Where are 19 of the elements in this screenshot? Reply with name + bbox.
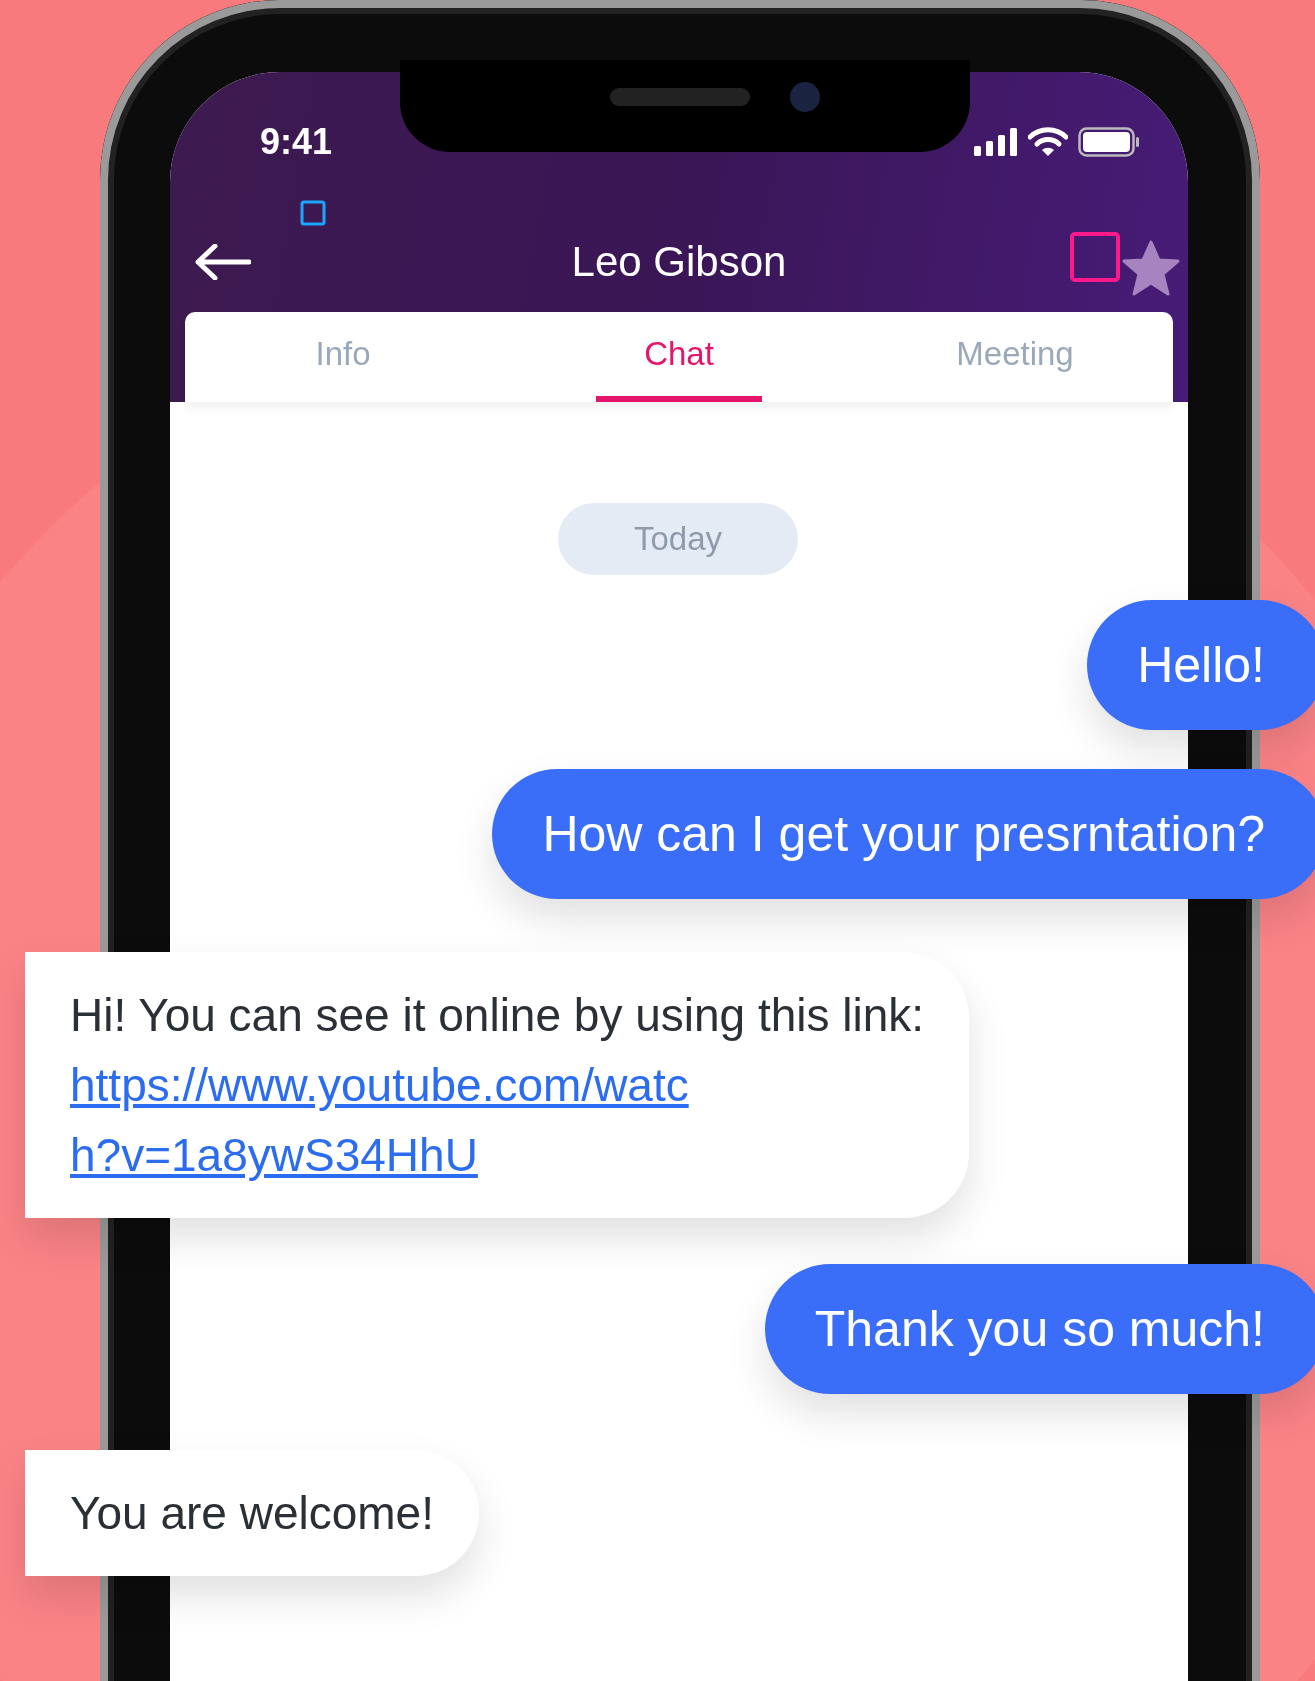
battery-icon	[1078, 127, 1140, 157]
wifi-icon	[1028, 127, 1068, 157]
tab[interactable]: Meeting	[932, 312, 1098, 402]
signal-icon	[974, 128, 1018, 156]
sent-message-bubble: Thank you so much!	[764, 1264, 1315, 1394]
status-time: 9:41	[260, 121, 333, 163]
sent-message-bubble: Hello!	[1087, 600, 1315, 730]
square-outline-icon	[300, 200, 326, 226]
contact-name: Leo Gibson	[571, 238, 787, 286]
date-divider: Today	[558, 503, 798, 575]
tab[interactable]: Chat	[596, 312, 762, 402]
message-text: You are welcome!	[70, 1486, 434, 1541]
back-arrow-icon[interactable]	[195, 244, 251, 280]
tab[interactable]: Info	[260, 312, 426, 402]
message-text: Hi! You can see it online by using this link:	[70, 988, 925, 1043]
star-icon[interactable]	[1122, 240, 1180, 296]
sent-message-bubble: How can I get your presrntation?	[492, 769, 1315, 899]
link[interactable]: https://www.youtube.com/watch?v=1a8ywS34HhU	[70, 1050, 710, 1190]
square-outline-icon	[1070, 232, 1120, 282]
